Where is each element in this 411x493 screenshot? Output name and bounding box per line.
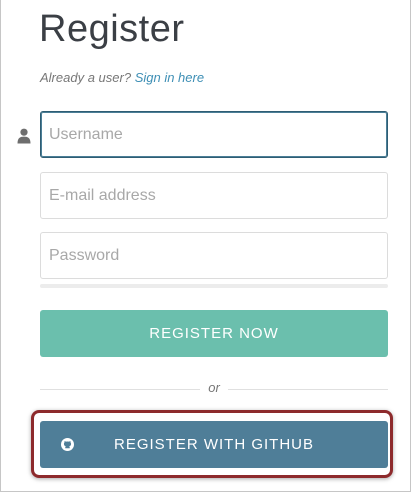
user-icon — [17, 128, 31, 144]
already-user-prompt: Already a user? Sign in here — [40, 70, 204, 85]
register-now-label: REGISTER NOW — [149, 325, 279, 342]
divider-text: or — [208, 380, 220, 395]
register-panel: Register Already a user? Sign in here RE… — [0, 0, 411, 492]
email-input[interactable] — [40, 172, 388, 219]
register-github-button[interactable]: REGISTER WITH GITHUB — [40, 421, 388, 468]
register-now-button[interactable]: REGISTER NOW — [40, 310, 388, 357]
or-divider: or — [40, 380, 388, 398]
password-input[interactable] — [40, 232, 388, 279]
github-icon — [61, 438, 74, 451]
page-title: Register — [39, 8, 185, 50]
password-strength-bar — [40, 284, 388, 288]
username-input[interactable] — [40, 111, 388, 158]
already-user-text: Already a user? — [40, 70, 132, 85]
register-github-label: REGISTER WITH GITHUB — [114, 436, 314, 453]
sign-in-link[interactable]: Sign in here — [135, 70, 204, 85]
